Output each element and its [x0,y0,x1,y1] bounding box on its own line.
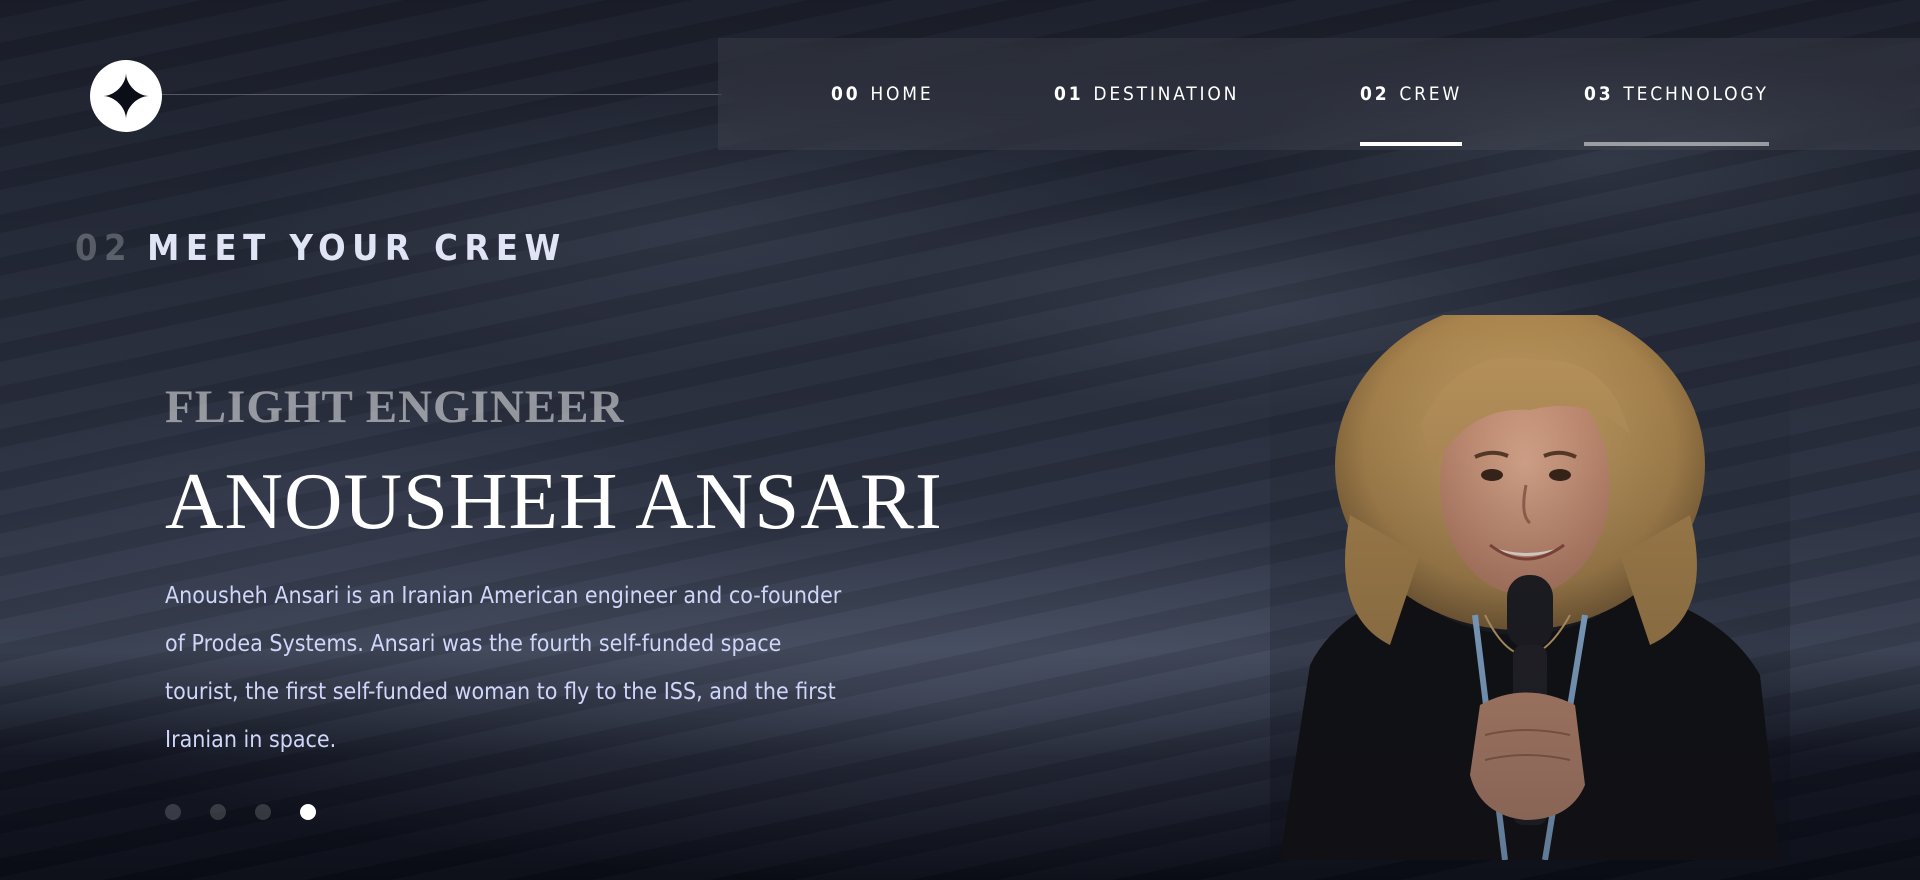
nav-technology-number: 03 [1584,83,1614,105]
nav-destination-label: DESTINATION [1093,83,1240,105]
page-title-number: 02 [75,228,134,269]
nav-technology[interactable]: 03 TECHNOLOGY [1584,38,1769,150]
nav-crew-number: 02 [1360,83,1390,105]
page-title: 02 MEET YOUR CREW [75,228,567,269]
main-nav: 00 HOME 01 DESTINATION 02 CREW 03 TECHNO… [718,38,1920,150]
crew-slider-dots [165,804,316,820]
crew-bio: Anousheh Ansari is an Iranian American e… [165,583,842,753]
nav-technology-label: TECHNOLOGY [1623,83,1769,105]
four-point-star-icon [103,73,149,119]
nav-crew-label: CREW [1399,83,1463,105]
slider-dot-4[interactable] [300,804,316,820]
header-divider [162,94,722,95]
nav-home-number: 00 [831,83,861,105]
nav-destination-number: 01 [1054,83,1084,105]
slider-dot-3[interactable] [255,804,271,820]
nav-crew-underline [1360,142,1463,146]
nav-home-label: HOME [870,83,934,105]
crew-role: FLIGHT ENGINEER [165,381,625,433]
nav-home[interactable]: 00 HOME [831,38,933,150]
nav-destination-underline [1054,142,1239,146]
nav-crew[interactable]: 02 CREW [1360,38,1463,150]
slider-dot-1[interactable] [165,804,181,820]
nav-home-underline [831,142,933,146]
crew-portrait [1270,315,1790,860]
crew-name: ANOUSHEH ANSARI [165,456,943,546]
logo-link[interactable] [90,60,162,132]
nav-destination[interactable]: 01 DESTINATION [1054,38,1239,150]
nav-technology-underline [1584,142,1769,146]
slider-dot-2[interactable] [210,804,226,820]
page-title-text: MEET YOUR CREW [147,228,567,269]
